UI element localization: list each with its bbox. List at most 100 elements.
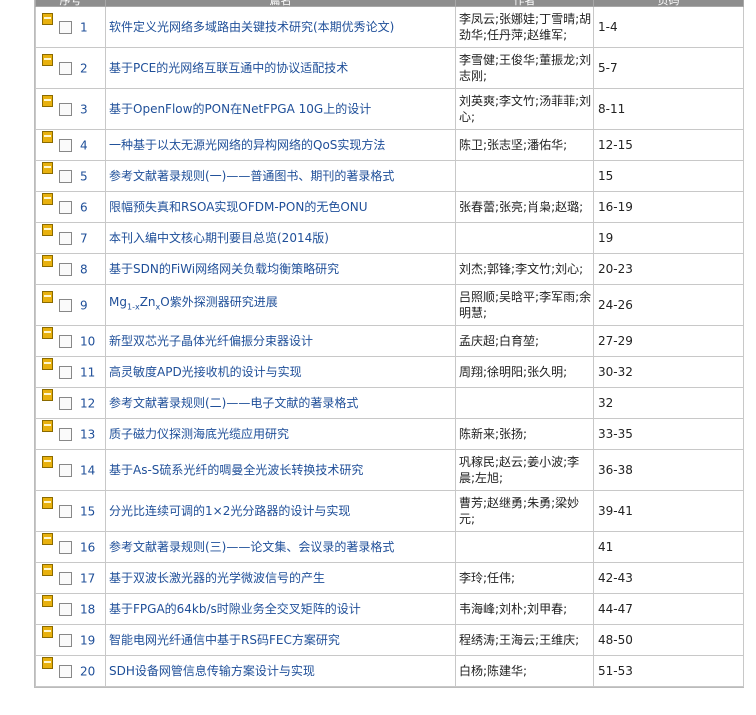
- row-number-cell: 13: [35, 418, 106, 450]
- pages-cell: 36-38: [593, 449, 744, 491]
- table-row: 5 参考文献著录规则(一)——普通图书、期刊的著录格式 15: [35, 160, 744, 192]
- article-title-link[interactable]: SDH设备网管信息传输方案设计与实现: [109, 664, 315, 678]
- row-number: 2: [80, 61, 88, 76]
- select-checkbox[interactable]: [59, 602, 72, 616]
- row-number-cell: 15: [35, 490, 106, 532]
- select-checkbox[interactable]: [59, 427, 72, 441]
- article-title-link[interactable]: 一种基于以太无源光网络的异构网络的QoS实现方法: [109, 138, 385, 152]
- authors-cell: [455, 160, 594, 192]
- article-title-link[interactable]: 基于As-S硫系光纤的啁曼全光波长转换技术研究: [109, 463, 363, 477]
- article-title-link[interactable]: 高灵敏度APD光接收机的设计与实现: [109, 365, 302, 379]
- download-pdf-icon[interactable]: [42, 496, 53, 509]
- download-pdf-icon[interactable]: [42, 192, 53, 205]
- article-title-link[interactable]: 限幅预失真和RSOA实现OFDM-PON的无色ONU: [109, 200, 368, 214]
- title-cell: 参考文献著录规则(二)——电子文献的著录格式: [105, 387, 456, 419]
- select-checkbox[interactable]: [59, 61, 72, 75]
- select-checkbox[interactable]: [59, 571, 72, 585]
- authors-cell: 周翔;徐明阳;张久明;: [455, 356, 594, 388]
- article-title-link[interactable]: 参考文献著录规则(一)——普通图书、期刊的著录格式: [109, 169, 394, 183]
- article-table-frame: 序号 篇名 作者 页码 1 软件定义光网络多域路由关键技术研究(本期优秀论文) 李凤…: [34, 0, 744, 688]
- title-cell: 软件定义光网络多域路由关键技术研究(本期优秀论文): [105, 6, 456, 48]
- article-title-link[interactable]: 参考文献著录规则(二)——电子文献的著录格式: [109, 396, 358, 410]
- table-row: 9 Mg1-xZnxO紫外探测器研究进展 吕照顺;吴晗平;李军雨;余明慧; 24-26: [35, 284, 744, 326]
- select-checkbox[interactable]: [59, 504, 72, 518]
- row-number-cell: 3: [35, 88, 106, 130]
- download-pdf-icon[interactable]: [42, 532, 53, 545]
- article-title-link[interactable]: 软件定义光网络多域路由关键技术研究(本期优秀论文): [109, 20, 394, 34]
- table-row: 14 基于As-S硫系光纤的啁曼全光波长转换技术研究 巩稼民;赵云;姜小波;李晨;左…: [35, 449, 744, 491]
- download-pdf-icon[interactable]: [42, 455, 53, 468]
- download-pdf-icon[interactable]: [42, 563, 53, 576]
- download-pdf-icon[interactable]: [42, 12, 53, 25]
- pages-cell: 5-7: [593, 47, 744, 89]
- download-pdf-icon[interactable]: [42, 254, 53, 267]
- row-number-cell: 18: [35, 593, 106, 625]
- row-number: 15: [80, 504, 96, 519]
- article-title-link[interactable]: 本刊入编中文核心期刊要目总览(2014版): [109, 231, 329, 245]
- download-pdf-icon[interactable]: [42, 594, 53, 607]
- table-row: 11 高灵敏度APD光接收机的设计与实现 周翔;徐明阳;张久明; 30-32: [35, 356, 744, 388]
- select-checkbox[interactable]: [59, 664, 72, 678]
- select-checkbox[interactable]: [59, 365, 72, 379]
- row-number-cell: 8: [35, 253, 106, 285]
- select-checkbox[interactable]: [59, 540, 72, 554]
- row-number-cell: 2: [35, 47, 106, 89]
- article-title-link[interactable]: 基于SDN的FiWi网络网关负载均衡策略研究: [109, 262, 339, 276]
- select-checkbox[interactable]: [59, 633, 72, 647]
- authors-cell: 孟庆超;白育堃;: [455, 325, 594, 357]
- article-title-link[interactable]: 基于PCE的光网络互联互通中的协议适配技术: [109, 61, 348, 75]
- table-row: 19 智能电网光纤通信中基于RS码FEC方案研究 程绣涛;王海云;王维庆; 48-50: [35, 624, 744, 656]
- row-number: 1: [80, 20, 88, 35]
- row-number: 10: [80, 334, 96, 349]
- authors-cell: [455, 531, 594, 563]
- article-title-link[interactable]: 基于FPGA的64kb/s时隙业务全交叉矩阵的设计: [109, 602, 361, 616]
- article-title-link[interactable]: 智能电网光纤通信中基于RS码FEC方案研究: [109, 633, 340, 647]
- article-title-link[interactable]: 质子磁力仪探测海底光缆应用研究: [109, 427, 289, 441]
- row-number: 18: [80, 602, 96, 617]
- select-checkbox[interactable]: [59, 169, 72, 183]
- download-pdf-icon[interactable]: [42, 161, 53, 174]
- select-checkbox[interactable]: [59, 200, 72, 214]
- row-number: 20: [80, 664, 96, 679]
- download-pdf-icon[interactable]: [42, 223, 53, 236]
- download-pdf-icon[interactable]: [42, 656, 53, 669]
- article-title-link[interactable]: 基于双波长激光器的光学微波信号的产生: [109, 571, 325, 585]
- select-checkbox[interactable]: [59, 298, 72, 312]
- title-cell: 基于双波长激光器的光学微波信号的产生: [105, 562, 456, 594]
- title-cell: 基于PCE的光网络互联互通中的协议适配技术: [105, 47, 456, 89]
- pages-cell: 44-47: [593, 593, 744, 625]
- row-number: 19: [80, 633, 96, 648]
- download-pdf-icon[interactable]: [42, 357, 53, 370]
- row-number-cell: 9: [35, 284, 106, 326]
- article-title-link[interactable]: 新型双芯光子晶体光纤偏振分束器设计: [109, 334, 313, 348]
- select-checkbox[interactable]: [59, 231, 72, 245]
- pages-cell: 33-35: [593, 418, 744, 450]
- pages-cell: 15: [593, 160, 744, 192]
- authors-cell: 张春蕾;张亮;肖枭;赵璐;: [455, 191, 594, 223]
- pages-cell: 51-53: [593, 655, 744, 687]
- authors-cell: 陈新来;张扬;: [455, 418, 594, 450]
- table-row: 13 质子磁力仪探测海底光缆应用研究 陈新来;张扬; 33-35: [35, 418, 744, 450]
- download-pdf-icon[interactable]: [42, 53, 53, 66]
- row-number-cell: 1: [35, 6, 106, 48]
- article-title-link[interactable]: Mg1-xZnxO紫外探测器研究进展: [109, 295, 278, 311]
- download-pdf-icon[interactable]: [42, 130, 53, 143]
- row-number: 13: [80, 427, 96, 442]
- select-checkbox[interactable]: [59, 396, 72, 410]
- article-title-link[interactable]: 基于OpenFlow的PON在NetFPGA 10G上的设计: [109, 102, 371, 116]
- select-checkbox[interactable]: [59, 20, 72, 34]
- article-title-link[interactable]: 分光比连续可调的1×2光分路器的设计与实现: [109, 504, 350, 518]
- download-pdf-icon[interactable]: [42, 625, 53, 638]
- download-pdf-icon[interactable]: [42, 419, 53, 432]
- article-title-link[interactable]: 参考文献著录规则(三)——论文集、会议录的著录格式: [109, 540, 394, 554]
- download-pdf-icon[interactable]: [42, 326, 53, 339]
- table-row: 6 限幅预失真和RSOA实现OFDM-PON的无色ONU 张春蕾;张亮;肖枭;赵璐;…: [35, 191, 744, 223]
- download-pdf-icon[interactable]: [42, 94, 53, 107]
- download-pdf-icon[interactable]: [42, 388, 53, 401]
- select-checkbox[interactable]: [59, 334, 72, 348]
- select-checkbox[interactable]: [59, 262, 72, 276]
- select-checkbox[interactable]: [59, 463, 72, 477]
- select-checkbox[interactable]: [59, 102, 72, 116]
- download-pdf-icon[interactable]: [42, 290, 53, 303]
- select-checkbox[interactable]: [59, 138, 72, 152]
